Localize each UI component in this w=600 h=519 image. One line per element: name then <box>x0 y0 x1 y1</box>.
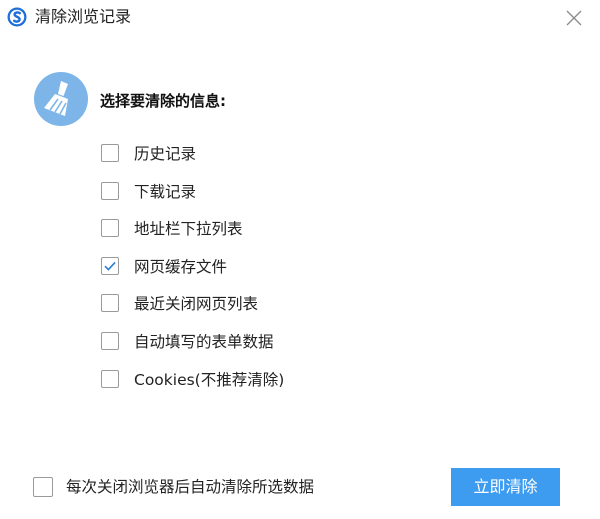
option-downloads[interactable]: 下载记录 <box>101 179 361 217</box>
option-label: 地址栏下拉列表 <box>134 220 243 239</box>
form-data-checkbox[interactable] <box>101 331 119 350</box>
cookies-checkbox[interactable] <box>101 369 119 388</box>
checkmark-icon <box>104 261 116 271</box>
clear-now-button[interactable]: 立即清除 <box>451 468 560 506</box>
option-cache[interactable]: 网页缓存文件 <box>101 254 361 292</box>
broom-icon <box>34 72 88 126</box>
title-bar: 清除浏览记录 <box>0 0 600 36</box>
history-checkbox[interactable] <box>101 144 119 162</box>
option-history[interactable]: 历史记录 <box>101 141 361 179</box>
option-address-bar[interactable]: 地址栏下拉列表 <box>101 216 361 254</box>
auto-clear-checkbox[interactable] <box>33 477 53 497</box>
auto-clear-label[interactable]: 每次关闭浏览器后自动清除所选数据 <box>66 476 314 498</box>
downloads-checkbox[interactable] <box>101 181 119 200</box>
option-label: 下载记录 <box>134 182 197 201</box>
option-label: 历史记录 <box>134 145 197 163</box>
section-heading: 选择要清除的信息: <box>100 92 226 110</box>
option-form-data[interactable]: 自动填写的表单数据 <box>101 329 361 367</box>
option-cookies[interactable]: Cookies(不推荐清除) <box>101 367 361 405</box>
window-title: 清除浏览记录 <box>35 7 132 26</box>
cache-checkbox[interactable] <box>101 256 119 275</box>
address-bar-checkbox[interactable] <box>101 219 119 238</box>
option-label: Cookies(不推荐清除) <box>134 370 285 389</box>
option-label: 自动填写的表单数据 <box>134 332 274 351</box>
recently-closed-checkbox[interactable] <box>101 294 119 313</box>
sogou-browser-icon <box>7 7 27 27</box>
option-recently-closed[interactable]: 最近关闭网页列表 <box>101 291 361 329</box>
close-icon[interactable] <box>562 6 586 30</box>
option-label: 最近关闭网页列表 <box>134 295 259 314</box>
options-list: 历史记录 下载记录 地址栏下拉列表 网页缓存文件 最近关闭网页列表 自动填写的表… <box>101 141 361 404</box>
option-label: 网页缓存文件 <box>134 257 228 276</box>
